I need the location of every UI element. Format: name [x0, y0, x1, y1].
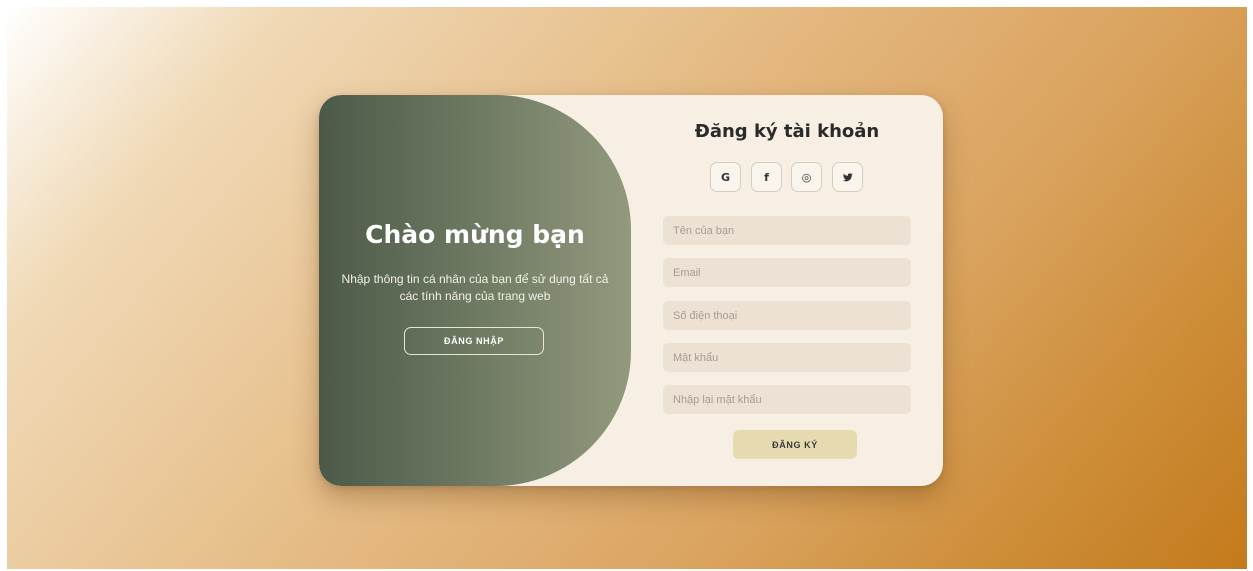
name-input[interactable]: [663, 216, 911, 245]
register-form: Đăng ký tài khoản G f ◎ Tên của bạn Emai…: [631, 95, 943, 486]
welcome-title: Chào mừng bạn: [365, 220, 585, 249]
register-title: Đăng ký tài khoản: [694, 121, 880, 142]
instagram-icon: ◎: [801, 170, 812, 184]
instagram-login-button[interactable]: ◎: [791, 162, 822, 192]
email-input[interactable]: [663, 258, 911, 287]
login-button[interactable]: ĐĂNG NHẬP: [404, 327, 544, 355]
social-login-row: G f ◎: [710, 162, 870, 192]
password-input[interactable]: [663, 343, 911, 372]
welcome-description: Nhập thông tin cá nhân của bạn để sử dụn…: [341, 272, 609, 303]
auth-card: Chào mừng bạn Nhập thông tin cá nhân của…: [319, 95, 943, 486]
welcome-panel: Chào mừng bạn Nhập thông tin cá nhân của…: [319, 95, 631, 486]
confirm-password-input[interactable]: [663, 385, 911, 414]
facebook-login-button[interactable]: f: [751, 162, 782, 192]
phone-input[interactable]: [663, 301, 911, 330]
twitter-login-button[interactable]: [832, 162, 863, 192]
google-login-button[interactable]: G: [710, 162, 741, 192]
register-button[interactable]: ĐĂNG KÝ: [733, 430, 857, 459]
google-icon: G: [720, 170, 731, 184]
page-background: Chào mừng bạn Nhập thông tin cá nhân của…: [7, 7, 1247, 569]
twitter-icon: [842, 172, 853, 181]
facebook-icon: f: [764, 170, 769, 184]
